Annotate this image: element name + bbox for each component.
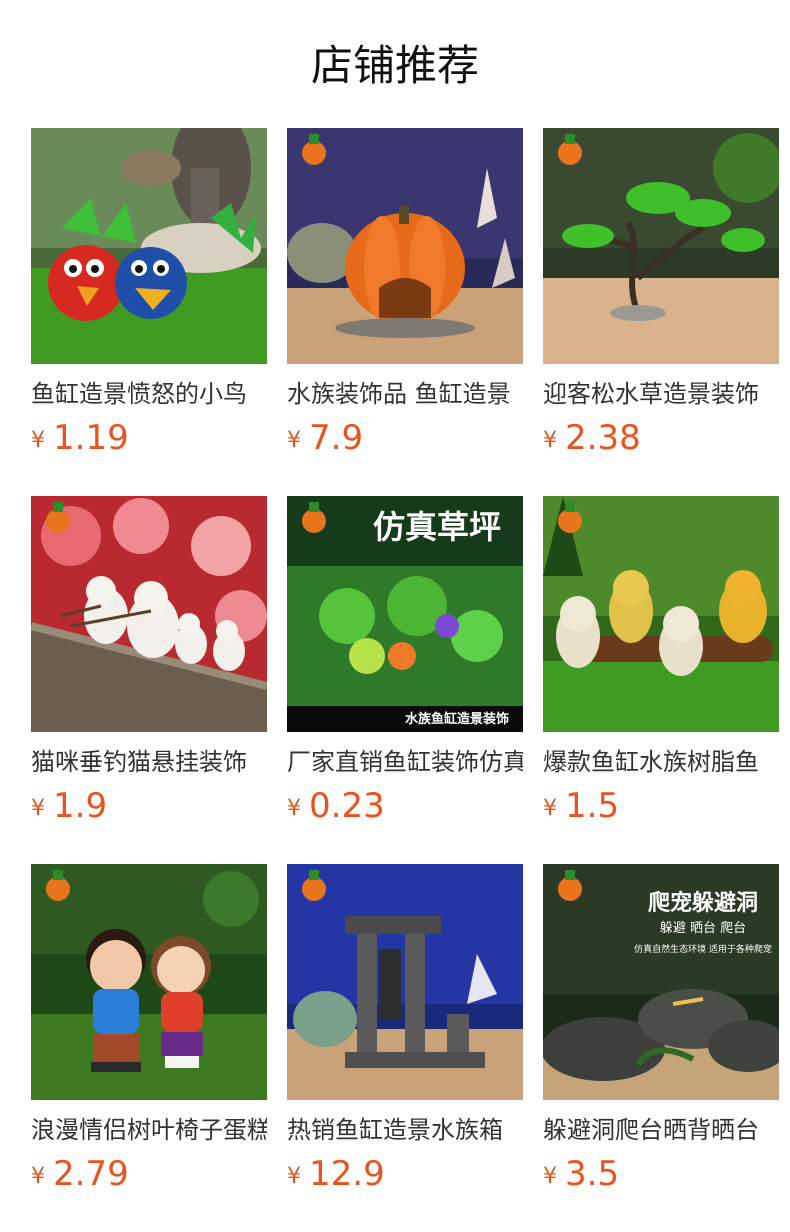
price-value: 2.38 (565, 418, 641, 458)
product-price: ¥7.9 (287, 416, 363, 460)
currency-symbol: ¥ (287, 1164, 301, 1189)
currency-symbol: ¥ (543, 796, 557, 821)
product-name[interactable]: 迎客松水草造景装饰 (543, 377, 779, 411)
product-price: ¥1.9 (31, 784, 107, 828)
product-name[interactable]: 爆款鱼缸水族树脂鱼 (543, 745, 779, 779)
price-value: 3.5 (565, 1154, 620, 1194)
price-value: 0.23 (309, 786, 385, 826)
image-headline: 仿真草坪 (373, 508, 501, 546)
product-card[interactable]: 水族装饰品 鱼缸造景 ¥7.9 (287, 128, 523, 458)
product-card[interactable]: 迎客松水草造景装饰 ¥2.38 (543, 128, 779, 458)
product-image[interactable] (543, 128, 779, 364)
image-caption: 水族鱼缸造景装饰 (405, 711, 509, 727)
product-price: ¥1.19 (31, 416, 129, 460)
product-card[interactable]: 猫咪垂钓猫悬挂装饰 ¥1.9 (31, 496, 267, 826)
product-name[interactable]: 猫咪垂钓猫悬挂装饰 (31, 745, 267, 779)
price-value: 7.9 (309, 418, 364, 458)
product-image[interactable]: 仿真草坪 水族鱼缸造景装饰 (287, 496, 523, 732)
price-value: 1.9 (53, 786, 108, 826)
currency-symbol: ¥ (31, 796, 45, 821)
price-value: 2.79 (53, 1154, 129, 1194)
product-image[interactable] (31, 128, 267, 364)
image-subtitle: 躲避 晒台 爬台 (660, 920, 746, 936)
product-name[interactable]: 水族装饰品 鱼缸造景 (287, 377, 523, 411)
product-image[interactable] (287, 864, 523, 1100)
price-value: 1.5 (565, 786, 620, 826)
image-caption: 仿真自然生态环境 适用于各种爬宠 (634, 943, 772, 955)
product-image[interactable] (31, 496, 267, 732)
product-card[interactable]: 仿真草坪 水族鱼缸造景装饰 厂家直销鱼缸装饰仿真 ¥0.23 (287, 496, 523, 826)
product-price: ¥2.38 (543, 416, 641, 460)
product-card[interactable]: 爬宠躲避洞 躲避 晒台 爬台 仿真自然生态环境 适用于各种爬宠 躲避洞爬台晒背晒… (543, 864, 779, 1194)
currency-symbol: ¥ (287, 796, 301, 821)
image-headline: 爬宠躲避洞 (648, 890, 758, 916)
currency-symbol: ¥ (31, 428, 45, 453)
product-price: ¥3.5 (543, 1152, 619, 1196)
currency-symbol: ¥ (543, 1164, 557, 1189)
currency-symbol: ¥ (31, 1164, 45, 1189)
product-name[interactable]: 热销鱼缸造景水族箱 (287, 1113, 523, 1147)
price-value: 1.19 (53, 418, 129, 458)
product-image[interactable] (287, 128, 523, 364)
product-price: ¥2.79 (31, 1152, 129, 1196)
currency-symbol: ¥ (543, 428, 557, 453)
product-name[interactable]: 鱼缸造景愤怒的小鸟 (31, 377, 267, 411)
product-name[interactable]: 浪漫情侣树叶椅子蛋糕 (31, 1113, 267, 1147)
product-card[interactable]: 浪漫情侣树叶椅子蛋糕 ¥2.79 (31, 864, 267, 1194)
product-price: ¥0.23 (287, 784, 385, 828)
currency-symbol: ¥ (287, 428, 301, 453)
product-image[interactable] (543, 496, 779, 732)
price-value: 12.9 (309, 1154, 385, 1194)
product-card[interactable]: 鱼缸造景愤怒的小鸟 ¥1.19 (31, 128, 267, 458)
product-name[interactable]: 躲避洞爬台晒背晒台 (543, 1113, 779, 1147)
product-image[interactable]: 爬宠躲避洞 躲避 晒台 爬台 仿真自然生态环境 适用于各种爬宠 (543, 864, 779, 1100)
page-title: 店铺推荐 (310, 41, 479, 90)
product-card[interactable]: 爆款鱼缸水族树脂鱼 ¥1.5 (543, 496, 779, 826)
product-price: ¥1.5 (543, 784, 619, 828)
product-price: ¥12.9 (287, 1152, 385, 1196)
product-image[interactable] (31, 864, 267, 1100)
product-card[interactable]: 热销鱼缸造景水族箱 ¥12.9 (287, 864, 523, 1194)
product-name[interactable]: 厂家直销鱼缸装饰仿真 (287, 745, 523, 779)
